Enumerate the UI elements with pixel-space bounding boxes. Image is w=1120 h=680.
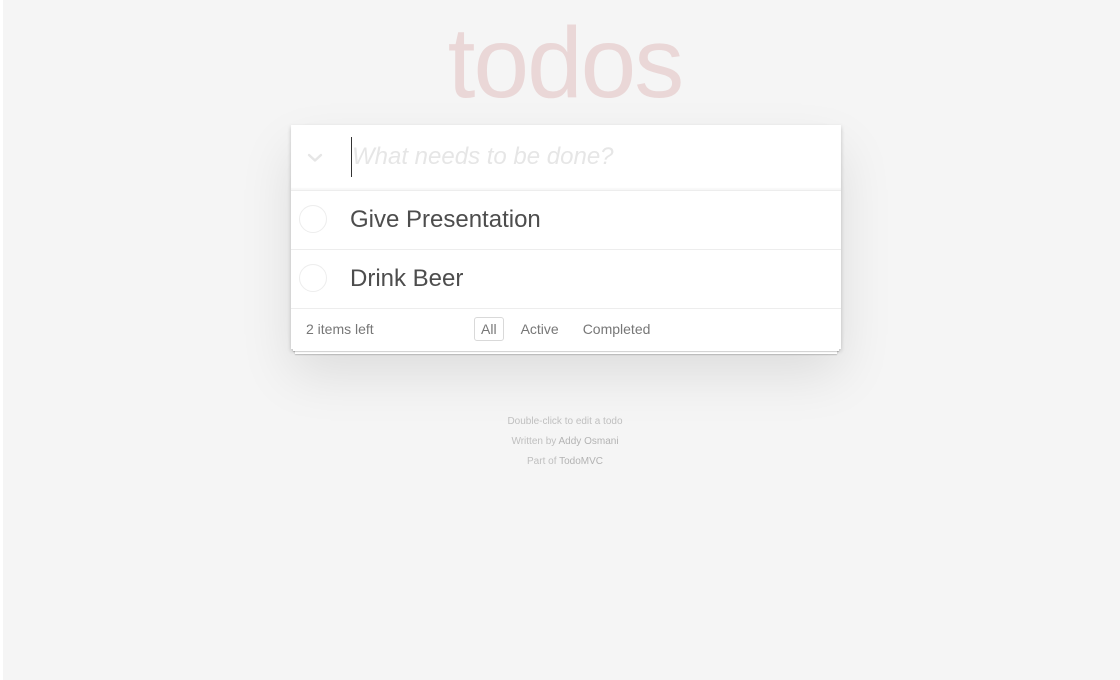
todomvc-link[interactable]: TodoMVC [559, 456, 603, 467]
edit-hint: Double-click to edit a todo [507, 416, 623, 427]
filter-completed-item: Completed [576, 317, 658, 341]
chevron-down-icon [307, 153, 323, 162]
todo-count-suffix: items left [313, 321, 374, 337]
app-title: todos [447, 7, 685, 119]
todo-list: Give Presentation Drink Beer [291, 191, 841, 309]
part-of: Part of TodoMVC [0, 452, 1120, 472]
todo-checkbox[interactable] [299, 205, 327, 233]
written-by: Written by Addy Osmani [0, 432, 1120, 452]
filter-completed-link[interactable]: Completed [576, 317, 658, 341]
todo-checkbox[interactable] [299, 264, 327, 292]
author-link[interactable]: Addy Osmani [559, 436, 619, 447]
todo-item[interactable]: Give Presentation [291, 191, 841, 250]
filter-active-item: Active [514, 317, 566, 341]
todo-count: 2 items left [306, 309, 374, 349]
todo-header [291, 125, 841, 191]
part-of-prefix: Part of [527, 456, 560, 467]
todo-item[interactable]: Drink Beer [291, 250, 841, 309]
new-todo-input[interactable] [351, 137, 822, 177]
info-footer: Double-click to edit a todo Written by A… [0, 412, 1120, 472]
todo-label[interactable]: Give Presentation [350, 191, 541, 249]
filter-all-link[interactable]: All [474, 317, 504, 341]
todo-app: Give Presentation Drink Beer 2 items lef… [291, 125, 841, 354]
filters: All Active Completed [474, 317, 657, 341]
todo-footer: 2 items left All Active Completed [291, 309, 841, 354]
filter-active-link[interactable]: Active [514, 317, 566, 341]
toggle-all-button[interactable] [291, 125, 339, 190]
filter-all-item: All [474, 317, 504, 341]
todo-count-number: 2 [306, 321, 314, 337]
written-by-prefix: Written by [511, 436, 559, 447]
todo-label[interactable]: Drink Beer [350, 250, 463, 308]
